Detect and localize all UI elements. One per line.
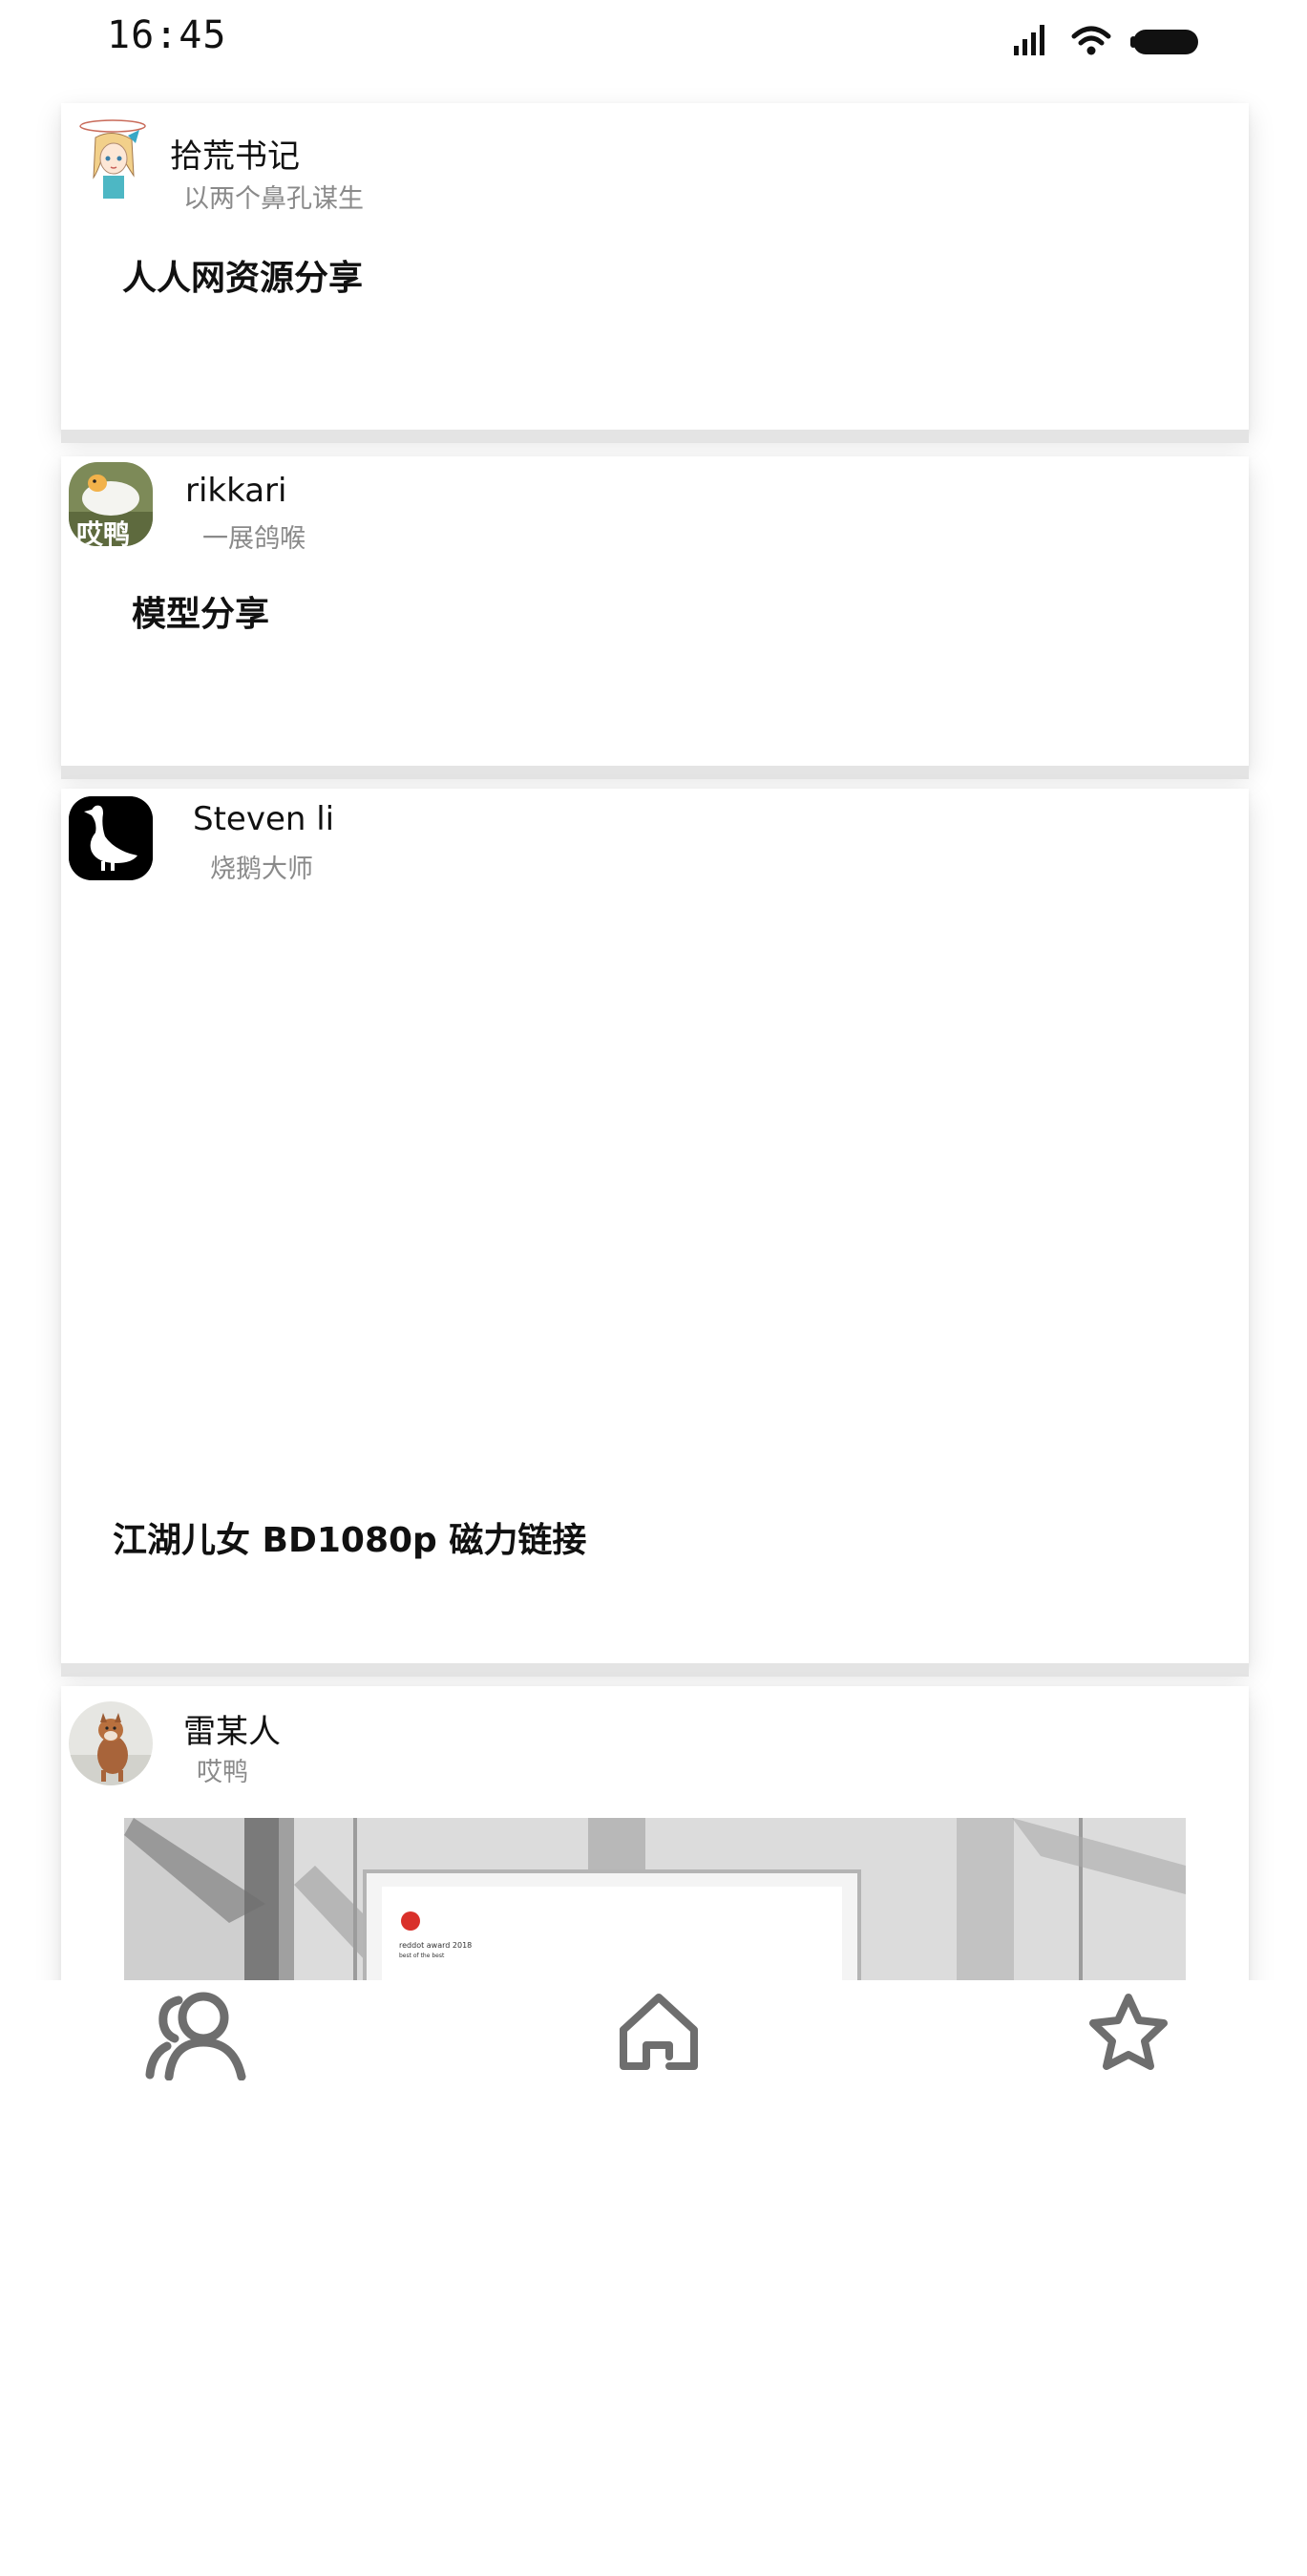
post-card[interactable]: 雷某人 哎鸭 reddot award 2018 best of the bes…	[61, 1686, 1249, 1980]
post-feed[interactable]: 拾荒书记 以两个鼻孔谋生 人人网资源分享 哎鸭 rikkari 一展鸽喉 模型分…	[0, 0, 1307, 1980]
tab-users[interactable]	[120, 1980, 273, 2085]
framed-poster-photo: reddot award 2018 best of the best	[124, 1818, 1186, 1980]
goose-avatar-image	[69, 796, 153, 880]
post-title[interactable]: 人人网资源分享	[122, 250, 363, 300]
tab-home[interactable]	[582, 1980, 735, 2085]
goose-avatar[interactable]	[69, 796, 153, 880]
author-name[interactable]: rikkari	[185, 472, 286, 510]
anime-girl-avatar-image	[74, 118, 158, 202]
anime-girl-avatar[interactable]	[74, 118, 158, 202]
post-title[interactable]: 江湖儿女 BD1080p 磁力链接	[113, 1512, 586, 1562]
author-subtitle: 一展鸽喉	[202, 524, 306, 554]
author-subtitle: 哎鸭	[197, 1758, 248, 1787]
post-card[interactable]: 拾荒书记 以两个鼻孔谋生 人人网资源分享	[61, 103, 1249, 443]
author-name[interactable]: 拾荒书记	[170, 130, 300, 177]
card-divider	[61, 1663, 1249, 1677]
bottom-tab-bar	[61, 1980, 1249, 2085]
svg-text:best of the best: best of the best	[399, 1953, 445, 1959]
shiba-dog-avatar-image	[69, 1701, 153, 1785]
author-name[interactable]: 雷某人	[183, 1705, 281, 1752]
author-subtitle: 烧鹅大师	[210, 855, 313, 884]
tab-favorites[interactable]	[1052, 1980, 1205, 2085]
post-card[interactable]: Steven li 烧鹅大师 江湖儿女 BD1080p 磁力链接	[61, 789, 1249, 1677]
poster-caption-text: reddot award 2018	[399, 1941, 472, 1950]
star-icon	[1089, 1994, 1168, 2070]
post-title[interactable]: 模型分享	[132, 586, 269, 636]
author-subtitle: 以两个鼻孔谋生	[183, 184, 364, 214]
post-image[interactable]: reddot award 2018 best of the best	[124, 1818, 1186, 1980]
card-divider	[61, 766, 1249, 779]
duck-avatar[interactable]: 哎鸭	[69, 462, 153, 546]
users-icon	[145, 1992, 246, 2080]
shiba-dog-avatar[interactable]	[69, 1701, 153, 1785]
home-icon	[620, 1994, 698, 2070]
author-name[interactable]: Steven li	[193, 800, 334, 838]
duck-avatar-text: 哎鸭	[76, 518, 131, 546]
post-card[interactable]: 哎鸭 rikkari 一展鸽喉 模型分享	[61, 456, 1249, 779]
card-divider	[61, 430, 1249, 443]
